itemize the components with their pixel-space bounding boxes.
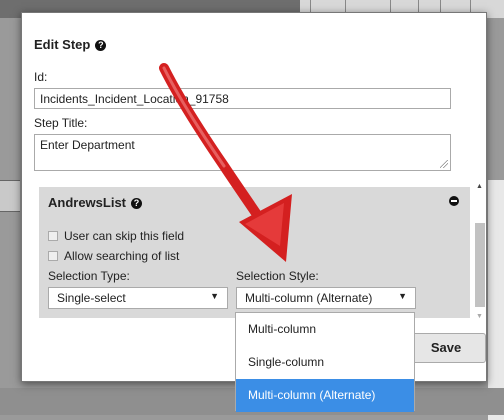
annotation-arrow-icon	[159, 63, 292, 262]
